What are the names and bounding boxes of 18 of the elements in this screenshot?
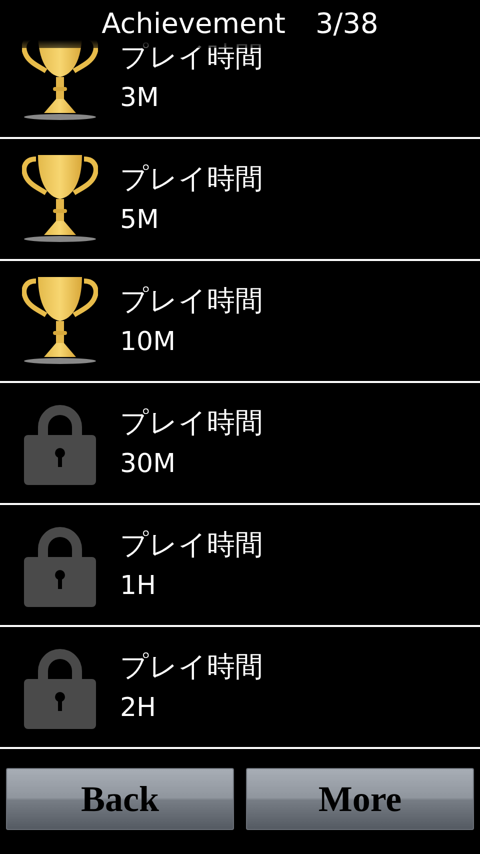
achievement-value: 1H [120,570,158,603]
trophy-icon [22,153,98,245]
back-button[interactable]: Back [6,768,234,830]
achievement-count: 3/38 [315,10,378,38]
achievement-value: 5M [120,204,160,237]
more-button[interactable]: More [246,768,474,830]
achievement-title: プレイ時間 [120,283,263,319]
achievement-value: 30M [120,448,177,481]
achievement-title: プレイ時間 [120,649,263,685]
achievement-title: プレイ時間 [120,405,263,441]
achievement-value: 10M [120,326,177,359]
achievement-value: 2H [120,692,158,725]
achievement-title: プレイ時間 [120,161,263,197]
achievement-value: 3M [120,82,160,115]
achievement-title: プレイ時間 [120,39,263,75]
achievement-title: プレイ時間 [120,527,263,563]
trophy-icon [22,275,98,367]
screen-title: Achievement [102,10,286,38]
